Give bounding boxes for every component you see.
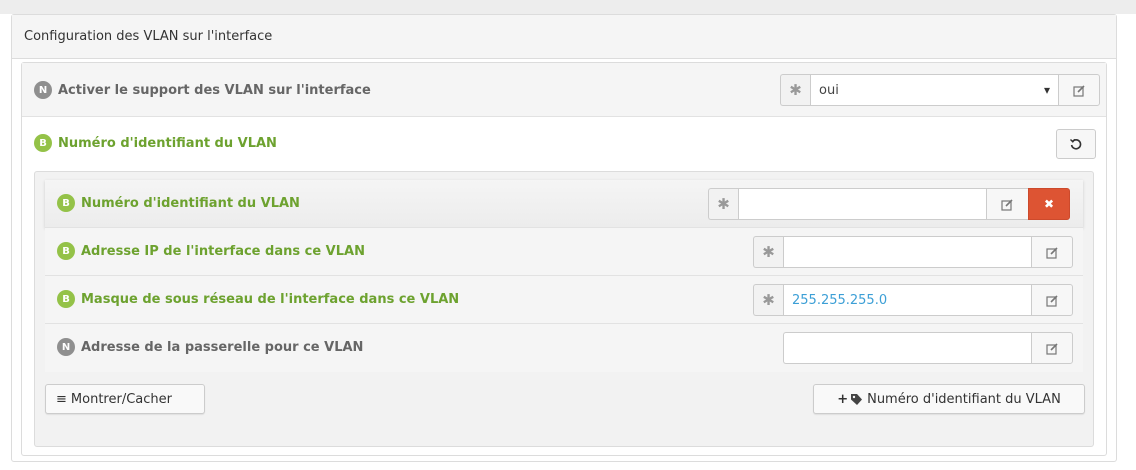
vlan-support-select-value: oui — [819, 82, 839, 98]
vlan-gateway-input-group — [783, 332, 1073, 364]
toggle-visibility-button[interactable]: ≡ Montrer/Cacher — [45, 384, 205, 414]
vlan-id-group-label: B Numéro d'identifiant du VLAN — [34, 134, 277, 152]
vlan-id-label-text: Numéro d'identifiant du VLAN — [81, 195, 300, 211]
vlan-id-row: B Numéro d'identifiant du VLAN ✱ ✖ — [45, 180, 1083, 228]
tag-icon — [851, 393, 863, 405]
vlan-ip-row: B Adresse IP de l'interface dans ce VLAN… — [45, 228, 1083, 276]
edit-icon — [1045, 342, 1058, 355]
delete-button[interactable]: ✖ — [1028, 188, 1070, 220]
required-icon: ✱ — [753, 236, 783, 268]
vlan-netmask-row: B Masque de sous réseau de l'interface d… — [45, 276, 1083, 324]
panel-title: Configuration des VLAN sur l'interface — [12, 15, 1116, 59]
vlan-ip-label: B Adresse IP de l'interface dans ce VLAN — [57, 242, 365, 260]
vlan-id-group-label-text: Numéro d'identifiant du VLAN — [58, 135, 277, 151]
vlan-id-input[interactable] — [738, 188, 986, 220]
vlan-support-select-group: ✱ oui ▾ — [780, 74, 1100, 106]
vlan-support-label-text: Activer le support des VLAN sur l'interf… — [58, 82, 371, 98]
optional-badge: N — [57, 338, 75, 356]
vlan-id-label: B Numéro d'identifiant du VLAN — [57, 194, 300, 212]
vlan-gateway-row: N Adresse de la passerelle pour ce VLAN — [45, 324, 1083, 372]
edit-button[interactable] — [1031, 332, 1073, 364]
vlan-netmask-input[interactable]: 255.255.255.0 — [783, 284, 1031, 316]
vlan-netmask-input-group: ✱ 255.255.255.0 — [753, 284, 1073, 316]
mandatory-badge: B — [57, 290, 75, 308]
close-icon: ✖ — [1043, 197, 1055, 211]
add-vlan-id-label: Numéro d'identifiant du VLAN — [867, 391, 1061, 407]
edit-button[interactable] — [1031, 236, 1073, 268]
toggle-visibility-label: Montrer/Cacher — [70, 391, 172, 407]
vlan-support-row: N Activer le support des VLAN sur l'inte… — [22, 63, 1106, 117]
edit-icon — [1045, 246, 1058, 259]
add-vlan-id-button[interactable]: + Numéro d'identifiant du VLAN — [813, 384, 1085, 414]
required-icon: ✱ — [753, 284, 783, 316]
required-icon: ✱ — [708, 188, 738, 220]
edit-icon — [1045, 294, 1058, 307]
vlan-ip-input[interactable] — [783, 236, 1031, 268]
mandatory-badge: B — [34, 134, 52, 152]
mandatory-badge: B — [57, 242, 75, 260]
vlan-entry-container: B Numéro d'identifiant du VLAN ✱ ✖ B Adr… — [34, 171, 1094, 447]
vlan-gateway-label-text: Adresse de la passerelle pour ce VLAN — [81, 339, 364, 355]
vlan-ip-label-text: Adresse IP de l'interface dans ce VLAN — [81, 243, 365, 259]
vlan-form: N Activer le support des VLAN sur l'inte… — [21, 62, 1107, 456]
vlan-support-label: N Activer le support des VLAN sur l'inte… — [34, 81, 371, 99]
vlan-support-select[interactable]: oui ▾ — [810, 74, 1058, 106]
required-icon: ✱ — [780, 74, 810, 106]
edit-button[interactable] — [1031, 284, 1073, 316]
vlan-id-group-row: B Numéro d'identifiant du VLAN — [22, 117, 1106, 169]
edit-icon — [1072, 84, 1085, 97]
plus-icon: + — [837, 391, 849, 407]
optional-badge: N — [34, 81, 52, 99]
edit-button[interactable] — [1058, 74, 1100, 106]
vlan-netmask-label: B Masque de sous réseau de l'interface d… — [57, 290, 459, 308]
vlan-netmask-label-text: Masque de sous réseau de l'interface dan… — [81, 291, 460, 307]
top-strip — [0, 0, 1136, 14]
hamburger-icon: ≡ — [56, 391, 67, 407]
edit-button[interactable] — [986, 188, 1028, 220]
refresh-icon — [1070, 138, 1082, 150]
reset-button[interactable] — [1056, 129, 1096, 159]
chevron-down-icon: ▾ — [1043, 83, 1050, 97]
vlan-ip-input-group: ✱ — [753, 236, 1073, 268]
edit-icon — [1001, 198, 1013, 211]
mandatory-badge: B — [57, 194, 75, 212]
vlan-id-input-group: ✱ ✖ — [708, 188, 1070, 220]
vlan-gateway-label: N Adresse de la passerelle pour ce VLAN — [57, 338, 363, 356]
vlan-gateway-input[interactable] — [783, 332, 1031, 364]
